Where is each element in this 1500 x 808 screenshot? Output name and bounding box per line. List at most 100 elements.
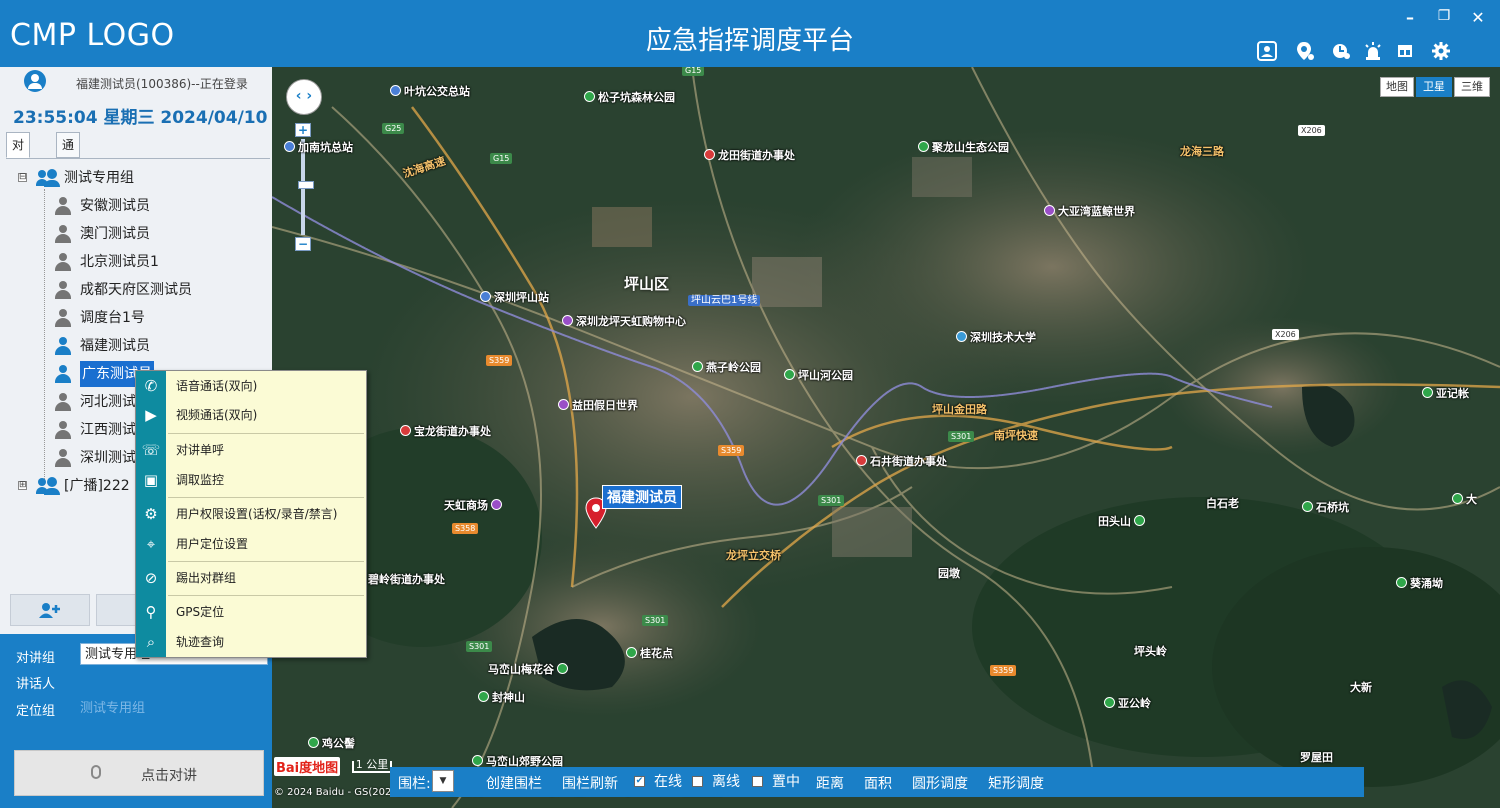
add-group-button[interactable] (10, 594, 90, 626)
district-label: 坪山区 (624, 275, 670, 293)
clock-icon[interactable] (1330, 40, 1352, 62)
group-icon (36, 169, 60, 187)
rect-dispatch-button[interactable]: 矩形调度 (988, 773, 1044, 793)
phone-icon: ✆ (144, 377, 158, 395)
menu-video-call[interactable]: 视频通话(双向) (166, 401, 366, 429)
expand-icon[interactable]: ⊞ (18, 481, 27, 490)
map-poi[interactable]: 石桥坑 (1302, 499, 1349, 515)
map-poi[interactable]: 田头山 (1098, 513, 1148, 529)
map-poi[interactable]: 大亚湾蓝鲸世界 (1044, 203, 1135, 219)
menu-ptt-single-call[interactable]: 对讲单呼 (166, 436, 366, 464)
map-poi[interactable]: 聚龙山生态公园 (918, 139, 1009, 155)
location-pin-icon[interactable] (1294, 40, 1316, 62)
circle-dispatch-button[interactable]: 圆形调度 (912, 773, 968, 793)
user-offline-icon (54, 308, 72, 328)
menu-track-query[interactable]: 轨迹查询 (166, 628, 366, 656)
map-label: 白石老 (1206, 497, 1239, 510)
online-label: 在线 (654, 774, 682, 790)
map-poi[interactable]: 封神山 (478, 689, 525, 705)
map-poi[interactable]: 亚公岭 (1104, 695, 1151, 711)
road-shield: S301 (466, 641, 493, 652)
map-poi[interactable]: 燕子岭公园 (692, 359, 761, 375)
road-shield: S301 (818, 495, 845, 506)
create-fence-button[interactable]: 创建围栏 (486, 773, 542, 793)
microphone-icon (91, 765, 101, 779)
member-label: 成都天府区测试员 (80, 282, 192, 298)
map-poi[interactable]: 石井街道办事处 (856, 453, 947, 469)
restore-button[interactable]: ❐ (1432, 8, 1456, 28)
zoom-in-button[interactable]: + (295, 123, 311, 137)
map-poi[interactable]: 龙田街道办事处 (704, 147, 795, 163)
zoom-thumb[interactable] (298, 181, 314, 189)
map-view[interactable]: + − 地图 卫星 三维 叶坑公交总站 松子坑森林公园 龙田街道办事处 聚龙山生… (272, 67, 1500, 808)
location-settings-icon: ⌖ (146, 535, 156, 553)
menu-location-settings[interactable]: 用户定位设置 (166, 530, 366, 558)
menu-voice-call[interactable]: 语音通话(双向) (166, 372, 366, 400)
close-button[interactable]: ✕ (1466, 8, 1490, 28)
map-poi[interactable]: 天虹商场 (444, 497, 505, 513)
add-group-icon (39, 603, 60, 618)
map-poi[interactable]: 松子坑森林公园 (584, 89, 675, 105)
menu-view-monitor[interactable]: 调取监控 (166, 466, 366, 494)
monitor-icon: ▣ (143, 471, 159, 489)
collapse-icon[interactable]: ⊟ (18, 173, 27, 182)
online-checkbox[interactable]: ✔ (634, 776, 645, 787)
center-checkbox[interactable] (752, 776, 763, 787)
map-poi[interactable]: 加南坑总站 (284, 139, 353, 155)
track-search-icon: ⌕ (146, 633, 156, 651)
road-shield: S301 (642, 615, 669, 626)
road-shield: G15 (490, 153, 513, 164)
menu-gps-locate[interactable]: GPS定位 (166, 598, 366, 626)
map-poi[interactable]: 碧岭街道办事处 (354, 571, 445, 587)
layout-icon[interactable] (1394, 40, 1416, 62)
map-type-satellite[interactable]: 卫星 (1416, 77, 1452, 97)
user-offline-icon (54, 196, 72, 216)
map-poi[interactable]: 益田假日世界 (558, 397, 638, 413)
road-shield: X206 (1272, 329, 1299, 340)
map-type-3d[interactable]: 三维 (1454, 77, 1490, 97)
distance-button[interactable]: 距离 (816, 773, 844, 793)
menu-separator (168, 561, 364, 562)
tab-contacts[interactable]: 通讯录 (56, 132, 81, 200)
alarm-icon[interactable] (1362, 40, 1384, 62)
map-poi[interactable]: 叶坑公交总站 (390, 83, 470, 99)
map-poi[interactable]: 深圳技术大学 (956, 329, 1036, 345)
road-shield: S359 (486, 355, 513, 366)
push-to-talk-button[interactable]: 点击对讲 (14, 750, 264, 796)
map-type-map[interactable]: 地图 (1380, 77, 1414, 97)
context-menu-icon-strip: ✆ ▶ ☏ ▣ ⚙ ⌖ ⊘ ⚲ ⌕ (136, 371, 166, 657)
menu-kick-from-group[interactable]: 踢出对群组 (166, 564, 366, 592)
title-bar: CMP LOGO 应急指挥调度平台 – ❐ ✕ (0, 0, 1500, 67)
map-poi[interactable]: 葵涌坳 (1396, 575, 1443, 591)
tab-talk-groups[interactable]: 对讲组 (6, 132, 31, 200)
menu-user-permissions[interactable]: 用户权限设置(话权/录音/禁言) (166, 500, 366, 528)
map-poi[interactable]: 鸡公髻 (308, 735, 355, 751)
gps-pin-icon: ⚲ (145, 603, 157, 621)
map-poi[interactable]: 深圳龙坪天虹购物中心 (562, 313, 686, 329)
refresh-fence-button[interactable]: 围栏刷新 (562, 773, 618, 793)
map-poi[interactable]: 宝龙街道办事处 (400, 423, 491, 439)
map-label: 大新 (1350, 681, 1372, 694)
offline-label: 离线 (712, 774, 740, 790)
zoom-out-button[interactable]: − (295, 237, 311, 251)
fence-select[interactable]: ▼ (432, 770, 454, 792)
road-label: 龙坪立交桥 (726, 549, 781, 562)
video-icon: ▶ (145, 406, 157, 424)
map-poi[interactable]: 坪山河公园 (784, 367, 853, 383)
map-poi[interactable]: 大 (1452, 491, 1477, 507)
walkie-talkie-icon: ☏ (141, 441, 161, 459)
road-shield: S359 (990, 665, 1017, 676)
map-poi[interactable]: 桂花点 (626, 645, 673, 661)
minimize-button[interactable]: – (1398, 8, 1422, 28)
map-poi[interactable]: 亚记帐 (1422, 385, 1469, 401)
map-poi[interactable]: 马峦山梅花谷 (488, 661, 571, 677)
map-poi[interactable]: 深圳坪山站 (480, 289, 549, 305)
offline-checkbox[interactable] (692, 776, 703, 787)
user-offline-icon (54, 280, 72, 300)
road-label: 龙海三路 (1180, 145, 1224, 158)
gear-icon[interactable] (1430, 40, 1452, 62)
member-label: 调度台1号 (80, 310, 145, 326)
contact-card-icon[interactable] (1256, 40, 1278, 62)
pan-control[interactable] (286, 79, 322, 115)
area-button[interactable]: 面积 (864, 773, 892, 793)
